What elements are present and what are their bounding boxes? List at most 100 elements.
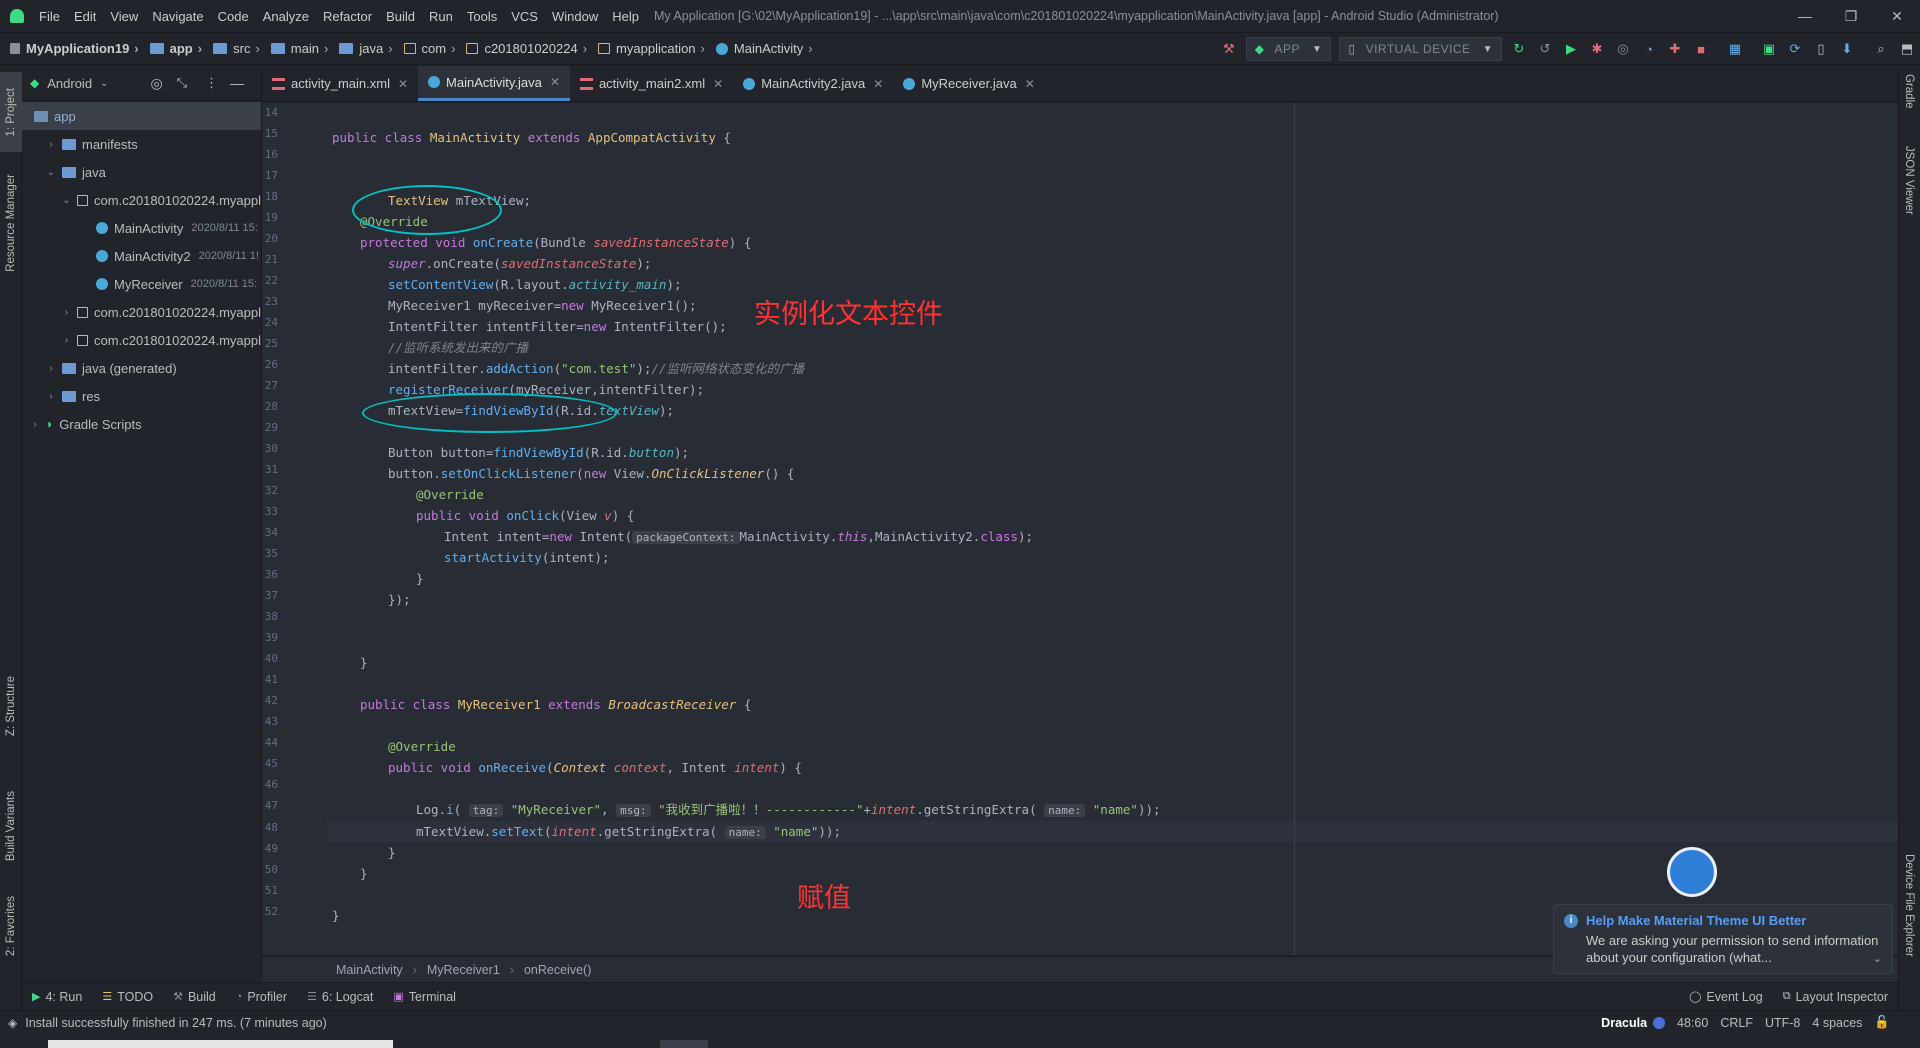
- menu-edit[interactable]: Edit: [67, 9, 103, 24]
- close-tab-icon[interactable]: ✕: [713, 77, 723, 91]
- tab-myreceiver-java[interactable]: MyReceiver.java ✕: [893, 66, 1044, 101]
- attach-debugger-icon[interactable]: ✚: [1662, 36, 1688, 62]
- tab-activity-main-xml[interactable]: activity_main.xml ✕: [262, 66, 418, 101]
- run-config-dropdown[interactable]: ◆ APP ▼: [1245, 37, 1332, 61]
- collapse-all-icon[interactable]: ⤡: [177, 75, 187, 91]
- tab-activity-main2-xml[interactable]: activity_main2.xml ✕: [570, 66, 733, 101]
- notification-popup[interactable]: i Help Make Material Theme UI Better We …: [1553, 904, 1893, 974]
- tree-item-manifests[interactable]: › manifests: [22, 130, 261, 158]
- tool-profiler[interactable]: ◔ Profiler: [226, 990, 297, 1004]
- tab-project-tool[interactable]: 1: Project: [0, 72, 22, 152]
- code-crumb-method[interactable]: onReceive(): [524, 963, 591, 977]
- menu-navigate[interactable]: Navigate: [145, 9, 210, 24]
- profile-icon[interactable]: ◔: [1636, 36, 1662, 62]
- tree-item-mainactivity2[interactable]: MainActivity2 2020/8/11 1!: [22, 242, 261, 270]
- code-crumb-inner-class[interactable]: MyReceiver1: [427, 963, 500, 977]
- menu-run[interactable]: Run: [422, 9, 460, 24]
- tab-json-viewer[interactable]: JSON Viewer: [1903, 146, 1915, 218]
- coverage-icon[interactable]: ◎: [1610, 36, 1636, 62]
- close-tab-icon[interactable]: ✕: [398, 77, 408, 91]
- menu-analyze[interactable]: Analyze: [256, 9, 316, 24]
- close-window-button[interactable]: ✕: [1874, 0, 1920, 32]
- run-icon[interactable]: ▶: [1558, 36, 1584, 62]
- tree-item-package-androidtest[interactable]: › com.c201801020224.myappl: [22, 298, 261, 326]
- hammer-build-icon[interactable]: ⚒: [1216, 36, 1242, 62]
- search-icon[interactable]: ⌕: [1868, 36, 1894, 62]
- breadcrumb-mainactivity[interactable]: MainActivity ›: [713, 41, 821, 56]
- tab-mainactivity2-java[interactable]: MainActivity2.java ✕: [733, 66, 893, 101]
- tree-item-package-test[interactable]: › com.c201801020224.myappl: [22, 326, 261, 354]
- status-indent[interactable]: 4 spaces: [1812, 1016, 1862, 1030]
- menu-file[interactable]: File: [32, 9, 67, 24]
- menu-refactor[interactable]: Refactor: [316, 9, 379, 24]
- status-line-separator[interactable]: CRLF: [1720, 1016, 1753, 1030]
- close-tab-icon[interactable]: ✕: [873, 77, 883, 91]
- tool-run[interactable]: ▶ 4: Run: [22, 990, 92, 1004]
- tab-mainactivity-java[interactable]: MainActivity.java ✕: [418, 66, 570, 101]
- breadcrumb-main[interactable]: main ›: [268, 41, 337, 56]
- tree-item-gradle-scripts[interactable]: › ◗ Gradle Scripts: [22, 410, 261, 438]
- menu-help[interactable]: Help: [605, 9, 646, 24]
- status-theme[interactable]: Dracula: [1601, 1016, 1647, 1030]
- menu-code[interactable]: Code: [211, 9, 256, 24]
- chevron-down-icon[interactable]: ⌄: [1873, 952, 1882, 965]
- tab-resource-manager[interactable]: Resource Manager: [0, 158, 22, 288]
- breadcrumb-src[interactable]: src ›: [210, 41, 268, 56]
- menu-window[interactable]: Window: [545, 9, 605, 24]
- close-tab-icon[interactable]: ✕: [1025, 77, 1035, 91]
- code-crumb-class[interactable]: MainActivity: [336, 963, 403, 977]
- sdk-manager-icon[interactable]: ⬇: [1834, 36, 1860, 62]
- menu-build[interactable]: Build: [379, 9, 422, 24]
- tab-gradle[interactable]: Gradle: [1903, 74, 1915, 112]
- breadcrumb-java[interactable]: java ›: [336, 41, 400, 56]
- apply-changes-icon[interactable]: ↺: [1532, 36, 1558, 62]
- status-message[interactable]: Install successfully finished in 247 ms.…: [25, 1016, 327, 1030]
- sync-gradle-icon[interactable]: ⟳: [1782, 36, 1808, 62]
- more-options-icon[interactable]: ⋮: [205, 75, 218, 91]
- breadcrumb-project[interactable]: MyApplication19 ›: [0, 41, 147, 56]
- breadcrumb-package-id[interactable]: c201801020224 ›: [463, 41, 595, 56]
- tree-item-java[interactable]: ⌄ java: [22, 158, 261, 186]
- tree-item-package-main[interactable]: ⌄ com.c201801020224.myappl: [22, 186, 261, 214]
- code-editor[interactable]: 14 15 16 17 18 19 20 21 22 23 24 25 26 27 28 29 30 31 32 33…: [262, 103, 1898, 955]
- close-tab-icon[interactable]: ✕: [550, 75, 560, 89]
- tool-build[interactable]: ⚒ Build: [163, 990, 226, 1004]
- hide-panel-icon[interactable]: —: [230, 75, 244, 91]
- tool-event-log[interactable]: ◯ Event Log: [1679, 990, 1773, 1004]
- tree-item-java-generated[interactable]: › java (generated): [22, 354, 261, 382]
- project-view-mode-dropdown[interactable]: Android: [47, 76, 92, 91]
- menu-tools[interactable]: Tools: [460, 9, 504, 24]
- avd-manager-icon[interactable]: ▯: [1808, 36, 1834, 62]
- tool-layout-inspector[interactable]: ⧉ Layout Inspector: [1773, 990, 1898, 1004]
- restore-button[interactable]: ❐: [1828, 0, 1874, 32]
- menu-vcs[interactable]: VCS: [504, 9, 545, 24]
- tree-item-res[interactable]: › res: [22, 382, 261, 410]
- lock-icon[interactable]: 🔓: [1874, 1015, 1890, 1030]
- locate-icon[interactable]: ◎: [150, 75, 162, 92]
- tree-item-myreceiver[interactable]: MyReceiver 2020/8/11 15:: [22, 270, 261, 298]
- tab-device-file-explorer[interactable]: Device File Explorer: [1903, 854, 1915, 960]
- tab-build-variants[interactable]: Build Variants: [0, 776, 22, 876]
- rerun-icon[interactable]: ↻: [1506, 36, 1532, 62]
- status-layers-icon[interactable]: ◈: [8, 1016, 17, 1030]
- breadcrumb-myapplication[interactable]: myapplication ›: [595, 41, 713, 56]
- ide-updates-icon[interactable]: ⬒: [1894, 36, 1920, 62]
- menu-view[interactable]: View: [103, 9, 145, 24]
- floating-assistant-bubble[interactable]: [1667, 847, 1717, 897]
- tree-item-mainactivity[interactable]: MainActivity 2020/8/11 15:: [22, 214, 261, 242]
- tool-terminal[interactable]: ▣ Terminal: [383, 990, 466, 1004]
- status-encoding[interactable]: UTF-8: [1765, 1016, 1800, 1030]
- project-structure-icon[interactable]: ▦: [1722, 36, 1748, 62]
- breadcrumb-com[interactable]: com ›: [401, 41, 464, 56]
- status-cursor-position[interactable]: 48:60: [1677, 1016, 1708, 1030]
- debug-icon[interactable]: ✱: [1584, 36, 1610, 62]
- tree-item-app[interactable]: app: [22, 102, 261, 130]
- notification-title[interactable]: Help Make Material Theme UI Better: [1586, 913, 1882, 928]
- tab-structure[interactable]: Z: Structure: [0, 666, 22, 746]
- device-dropdown[interactable]: ▯ VIRTUAL DEVICE ▼: [1339, 37, 1502, 61]
- terminal-icon[interactable]: ▣: [1756, 36, 1782, 62]
- breadcrumb-app[interactable]: app ›: [147, 41, 210, 56]
- tool-todo[interactable]: ☰ TODO: [92, 990, 163, 1004]
- tab-favorites[interactable]: 2: Favorites: [0, 886, 22, 966]
- minimize-button[interactable]: —: [1782, 0, 1828, 32]
